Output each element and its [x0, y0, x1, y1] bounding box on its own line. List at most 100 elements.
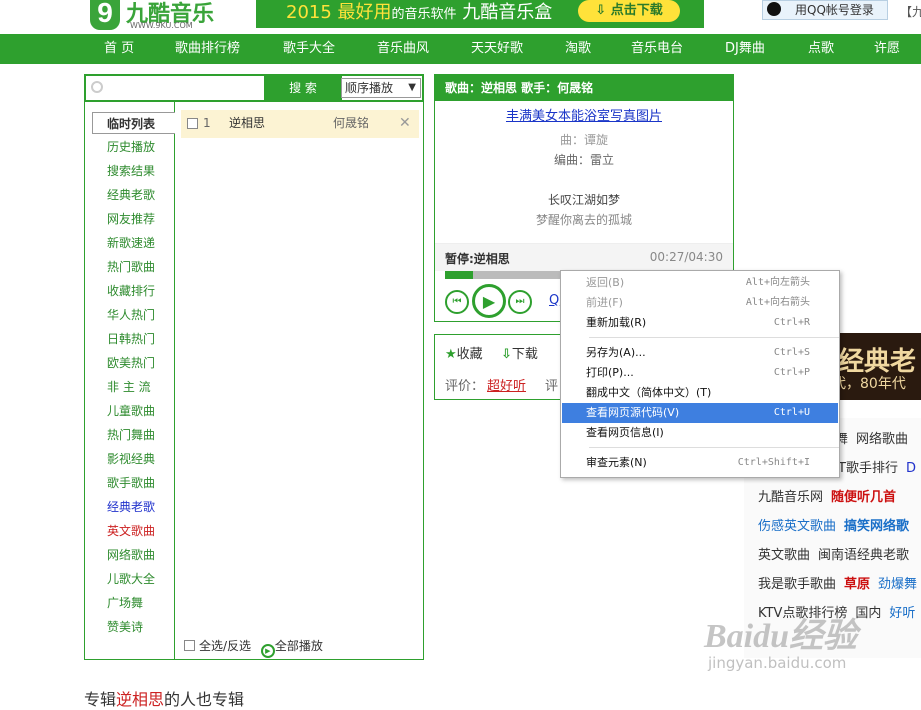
side-link[interactable]: D — [906, 461, 916, 476]
prev-icon[interactable]: ⏮ — [445, 290, 469, 314]
menu-item-label: 重新加载(R) — [586, 316, 647, 329]
category-item[interactable]: 搜索结果 — [85, 160, 174, 182]
select-all-label[interactable]: 全选/反选 — [199, 639, 251, 653]
nav-item[interactable]: 许愿 — [874, 34, 900, 64]
category-item[interactable]: 非 主 流 — [85, 376, 174, 398]
play-icon[interactable]: ▶ — [472, 284, 506, 318]
next-icon[interactable]: ⏭ — [508, 290, 532, 314]
menu-item-shortcut: Ctrl+Shift+I — [737, 457, 810, 468]
qq-login-button[interactable]: 用QQ帐号登录 — [762, 0, 888, 20]
side-link[interactable]: 伤感英文歌曲 — [758, 519, 836, 534]
bottom-suffix: 的人也专辑 — [164, 690, 245, 709]
nav-item[interactable]: 天天好歌 — [471, 34, 523, 64]
context-menu-item[interactable]: 打印(P)... Ctrl+P — [562, 363, 838, 383]
context-menu-item[interactable]: 重新加载(R) Ctrl+R — [562, 313, 838, 333]
lyric-line: 编曲：雷立 — [553, 153, 614, 167]
search-icon — [91, 81, 103, 93]
context-menu-item[interactable]: 查看网页信息(I) — [562, 423, 838, 443]
select-all-checkbox[interactable] — [184, 640, 195, 651]
side-link[interactable]: 国内 — [855, 606, 881, 621]
category-item[interactable]: 儿童歌曲 — [85, 400, 174, 422]
side-link[interactable]: 英文歌曲 — [758, 548, 810, 563]
search-bar: 搜 索 顺序播放 ▼ — [84, 74, 424, 102]
context-menu-item[interactable]: 返回(B) Alt+向左箭头 — [562, 273, 838, 293]
star-icon: ★ — [445, 347, 457, 362]
side-link[interactable]: 劲爆舞 — [878, 577, 917, 592]
context-menu-item[interactable]: 翻成中文（简体中文）(T) — [562, 383, 838, 403]
menu-item-shortcut: Ctrl+P — [773, 367, 810, 378]
category-item[interactable]: 日韩热门 — [85, 328, 174, 350]
nav-item[interactable]: DJ舞曲 — [725, 34, 765, 64]
download-banner[interactable]: 2015 最好用的音乐软件 九酷音乐盒 ⇩ 点击下载 — [256, 0, 704, 28]
category-item[interactable]: 新歌速递 — [85, 232, 174, 254]
category-item[interactable]: 网友推荐 — [85, 208, 174, 230]
side-link[interactable]: 九酷音乐网 — [758, 490, 823, 505]
nav-item[interactable]: 点歌 — [808, 34, 834, 64]
category-item[interactable]: 热门歌曲 — [85, 256, 174, 278]
category-item[interactable]: 赞美诗 — [85, 616, 174, 638]
rating-value[interactable]: 超好听 — [487, 375, 526, 394]
category-item[interactable]: 临时列表 — [92, 112, 175, 134]
download-button[interactable]: ⇩下载 — [501, 343, 538, 362]
search-button[interactable]: 搜 索 — [264, 76, 342, 100]
nav-item[interactable]: 歌曲排行榜 — [175, 34, 240, 64]
header-right-cut[interactable]: 【九 — [900, 3, 921, 20]
play-order-value: 顺序播放 — [345, 81, 394, 95]
context-menu-item[interactable]: 另存为(A)... Ctrl+S — [562, 343, 838, 363]
favorite-button[interactable]: ★收藏 — [445, 343, 483, 362]
qq-login-label: 用QQ帐号登录 — [795, 3, 874, 17]
menu-item-shortcut: Ctrl+S — [773, 347, 810, 358]
category-item[interactable]: 歌手歌曲 — [85, 472, 174, 494]
category-item[interactable]: 网络歌曲 — [85, 544, 174, 566]
menu-separator — [589, 337, 839, 338]
category-item[interactable]: 儿歌大全 — [85, 568, 174, 590]
nav-item[interactable]: 淘歌 — [565, 34, 591, 64]
song-artist[interactable]: 何晟铭 — [333, 110, 369, 136]
category-item[interactable]: 经典老歌 — [85, 496, 174, 518]
song-index: 1 — [203, 116, 211, 130]
context-menu-item[interactable]: 前进(F) Alt+向右箭头 — [562, 293, 838, 313]
category-item[interactable]: 华人热门 — [85, 304, 174, 326]
dropdown-arrow-icon: ▼ — [408, 82, 416, 93]
side-link[interactable]: 随便听几首 — [831, 490, 896, 505]
category-item[interactable]: 历史播放 — [85, 136, 174, 158]
remove-icon[interactable]: ✕ — [399, 110, 411, 136]
download-icon: ⇩ — [595, 3, 607, 18]
now-playing-header: 歌曲：逆相思 歌手：何晟铭 — [435, 75, 733, 101]
ad-link[interactable]: 丰满美女本能浴室写真图片 — [435, 105, 733, 124]
download-label: 下载 — [511, 347, 538, 362]
nav-item[interactable]: 音乐电台 — [631, 34, 683, 64]
context-menu-item[interactable]: 查看网页源代码(V) Ctrl+U — [562, 403, 838, 423]
play-all-label[interactable]: 全部播放 — [275, 639, 323, 653]
category-item[interactable]: 收藏排行 — [85, 280, 174, 302]
song-checkbox[interactable] — [187, 118, 198, 129]
play-order-select[interactable]: 顺序播放 ▼ — [341, 78, 421, 98]
baidu-watermark: Baidu经验 — [704, 618, 858, 655]
right-ad-banner[interactable]: 经典老 代，80年代 — [832, 333, 921, 400]
category-item[interactable]: 影视经典 — [85, 448, 174, 470]
category-item[interactable]: 欧美热门 — [85, 352, 174, 374]
side-link[interactable]: 闽南语经典老歌 — [818, 548, 909, 563]
context-menu-item[interactable]: 审查元素(N) Ctrl+Shift+I — [562, 453, 838, 473]
play-all-icon[interactable]: ▶ — [260, 644, 275, 658]
side-link[interactable]: 草原 — [844, 577, 870, 592]
search-input[interactable] — [86, 76, 262, 100]
category-item[interactable]: 热门舞曲 — [85, 424, 174, 446]
nav-item[interactable]: 歌手大全 — [283, 34, 335, 64]
banner-download-button[interactable]: ⇩ 点击下载 — [578, 0, 680, 22]
playlist-row[interactable]: 1 逆相思 何晟铭 ✕ — [181, 110, 419, 138]
side-link[interactable]: 网络歌曲 — [856, 432, 908, 447]
category-item[interactable]: 英文歌曲 — [85, 520, 174, 542]
player-extra-link[interactable]: Q — [549, 293, 559, 308]
play-status-bar: 暂停:逆相思 00:27/04:30 — [435, 243, 733, 271]
category-item[interactable]: 经典老歌 — [85, 184, 174, 206]
category-item[interactable]: 广场舞 — [85, 592, 174, 614]
side-link[interactable]: 好听 — [889, 606, 915, 621]
song-title[interactable]: 逆相思 — [229, 110, 265, 136]
side-link[interactable]: 搞笑网络歌 — [844, 519, 909, 534]
nav-item[interactable]: 首 页 — [104, 34, 134, 64]
bottom-link[interactable]: 逆相思 — [116, 690, 164, 709]
logo-mark[interactable]: 9 — [90, 0, 120, 30]
side-link[interactable]: 我是歌手歌曲 — [758, 577, 836, 592]
nav-item[interactable]: 音乐曲风 — [377, 34, 429, 64]
